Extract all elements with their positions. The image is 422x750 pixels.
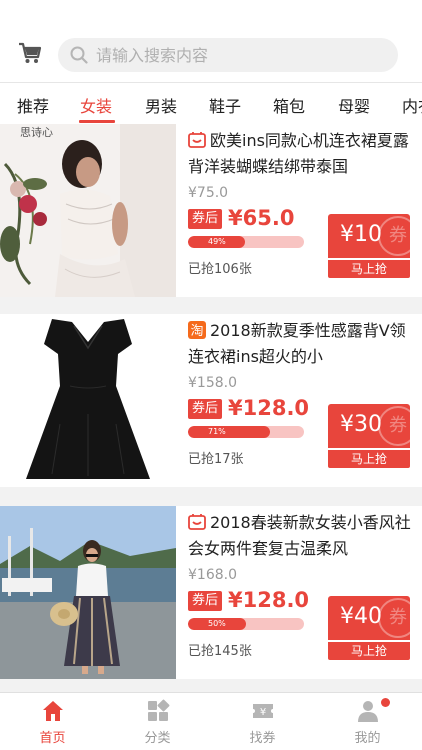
nav-label: 首页	[39, 731, 66, 746]
search-input[interactable]	[96, 38, 386, 72]
product-title[interactable]: 2018春装新款女装小香风社会女两件套复古温柔风	[188, 510, 414, 562]
original-price: ¥158.0	[188, 375, 237, 391]
progress-label: 71%	[208, 427, 226, 436]
product-image[interactable]	[0, 506, 176, 679]
product-image[interactable]	[0, 314, 176, 487]
original-price: ¥168.0	[188, 567, 237, 583]
coupon-value-box: ¥40 券	[328, 596, 410, 640]
tab-women[interactable]: 女装	[80, 93, 112, 117]
progress-label: 49%	[208, 237, 226, 246]
coupon-after-tag: 券后	[188, 591, 222, 611]
brand-logo-text: 思诗心	[20, 125, 53, 139]
coupon-price: ¥128.0	[228, 588, 310, 612]
grab-progress-bar: 71%	[188, 426, 304, 438]
coupon-price: ¥128.0	[228, 396, 310, 420]
tab-active-indicator	[79, 120, 115, 123]
bottom-nav: 首页 分类 ¥ 找券 我的	[0, 692, 422, 750]
tab-baby[interactable]: 母婴	[338, 93, 370, 117]
tab-bags[interactable]: 箱包	[273, 93, 305, 117]
coupon-card[interactable]: ¥40 券 马上抢	[328, 596, 410, 660]
tmall-icon	[188, 132, 206, 148]
coupon-value: ¥40	[340, 604, 382, 629]
coupon-after-tag: 券后	[188, 399, 222, 419]
tab-shoes[interactable]: 鞋子	[209, 93, 241, 117]
svg-text:淘: 淘	[190, 324, 203, 339]
coupon-value-box: ¥30 券	[328, 404, 410, 448]
taobao-icon: 淘	[188, 321, 206, 339]
nav-profile[interactable]: 我的	[315, 693, 420, 750]
tab-recommend[interactable]: 推荐	[17, 93, 49, 117]
tab-men[interactable]: 男装	[145, 93, 177, 117]
home-icon	[43, 701, 63, 721]
coupon-price: ¥65.0	[228, 206, 295, 230]
category-tabs: 推荐 女装 男装 鞋子 箱包 母婴 内衣	[0, 82, 422, 124]
coupon-value-box: ¥10 券	[328, 214, 410, 258]
search-bar[interactable]	[58, 38, 398, 72]
header	[0, 0, 422, 82]
grabbed-count: 已抢17张	[188, 452, 244, 467]
category-icon	[148, 699, 170, 721]
nav-home[interactable]: 首页	[0, 693, 105, 750]
product-card[interactable]: 思诗心 欧美ins同款心机连衣裙夏露背洋装蝴蝶结绑带泰国 ¥75.0 券后 ¥6…	[0, 124, 422, 297]
search-icon	[70, 46, 88, 64]
product-title-text: 2018春装新款女装小香风社会女两件套复古温柔风	[188, 513, 411, 558]
original-price: ¥75.0	[188, 185, 229, 201]
grab-progress-bar: 49%	[188, 236, 304, 248]
nav-label: 我的	[354, 731, 381, 746]
cart-icon[interactable]	[18, 42, 42, 64]
svg-text:¥: ¥	[260, 707, 266, 718]
coupon-watermark-icon: 券	[378, 406, 410, 446]
grab-now-button[interactable]: 马上抢	[328, 642, 410, 660]
tmall-icon	[188, 514, 206, 530]
grabbed-count: 已抢145张	[188, 644, 252, 659]
nav-find-coupon[interactable]: ¥ 找券	[210, 693, 315, 750]
nav-category[interactable]: 分类	[105, 693, 210, 750]
notification-badge	[381, 698, 390, 707]
product-title[interactable]: 欧美ins同款心机连衣裙夏露背洋装蝴蝶结绑带泰国	[188, 128, 414, 180]
grab-progress-bar: 50%	[188, 618, 304, 630]
coupon-after-tag: 券后	[188, 209, 222, 229]
grab-now-button[interactable]: 马上抢	[328, 260, 410, 278]
coupon-watermark-icon: 券	[378, 598, 410, 638]
product-title[interactable]: 淘 2018新款夏季性感露背V领连衣裙ins超火的小	[188, 318, 414, 370]
progress-label: 50%	[208, 619, 226, 628]
coupon-value: ¥30	[340, 412, 382, 437]
nav-label: 分类	[144, 731, 171, 746]
grab-now-button[interactable]: 马上抢	[328, 450, 410, 468]
coupon-value: ¥10	[340, 222, 382, 247]
product-card[interactable]: 2018春装新款女装小香风社会女两件套复古温柔风 ¥168.0 券后 ¥128.…	[0, 506, 422, 679]
profile-icon	[358, 701, 378, 722]
grabbed-count: 已抢106张	[188, 262, 252, 277]
app-screen: 推荐 女装 男装 鞋子 箱包 母婴 内衣 思诗心	[0, 0, 422, 750]
nav-label: 找券	[249, 731, 276, 746]
tab-underwear[interactable]: 内衣	[402, 93, 422, 117]
coupon-card[interactable]: ¥10 券 马上抢	[328, 214, 410, 278]
product-title-text: 欧美ins同款心机连衣裙夏露背洋装蝴蝶结绑带泰国	[188, 131, 409, 176]
coupon-card[interactable]: ¥30 券 马上抢	[328, 404, 410, 468]
product-title-text: 2018新款夏季性感露背V领连衣裙ins超火的小	[188, 321, 406, 366]
product-card[interactable]: 淘 2018新款夏季性感露背V领连衣裙ins超火的小 ¥158.0 券后 ¥12…	[0, 314, 422, 487]
product-image[interactable]: 思诗心	[0, 124, 176, 297]
coupon-watermark-icon: 券	[378, 216, 410, 256]
coupon-icon: ¥	[253, 704, 273, 718]
